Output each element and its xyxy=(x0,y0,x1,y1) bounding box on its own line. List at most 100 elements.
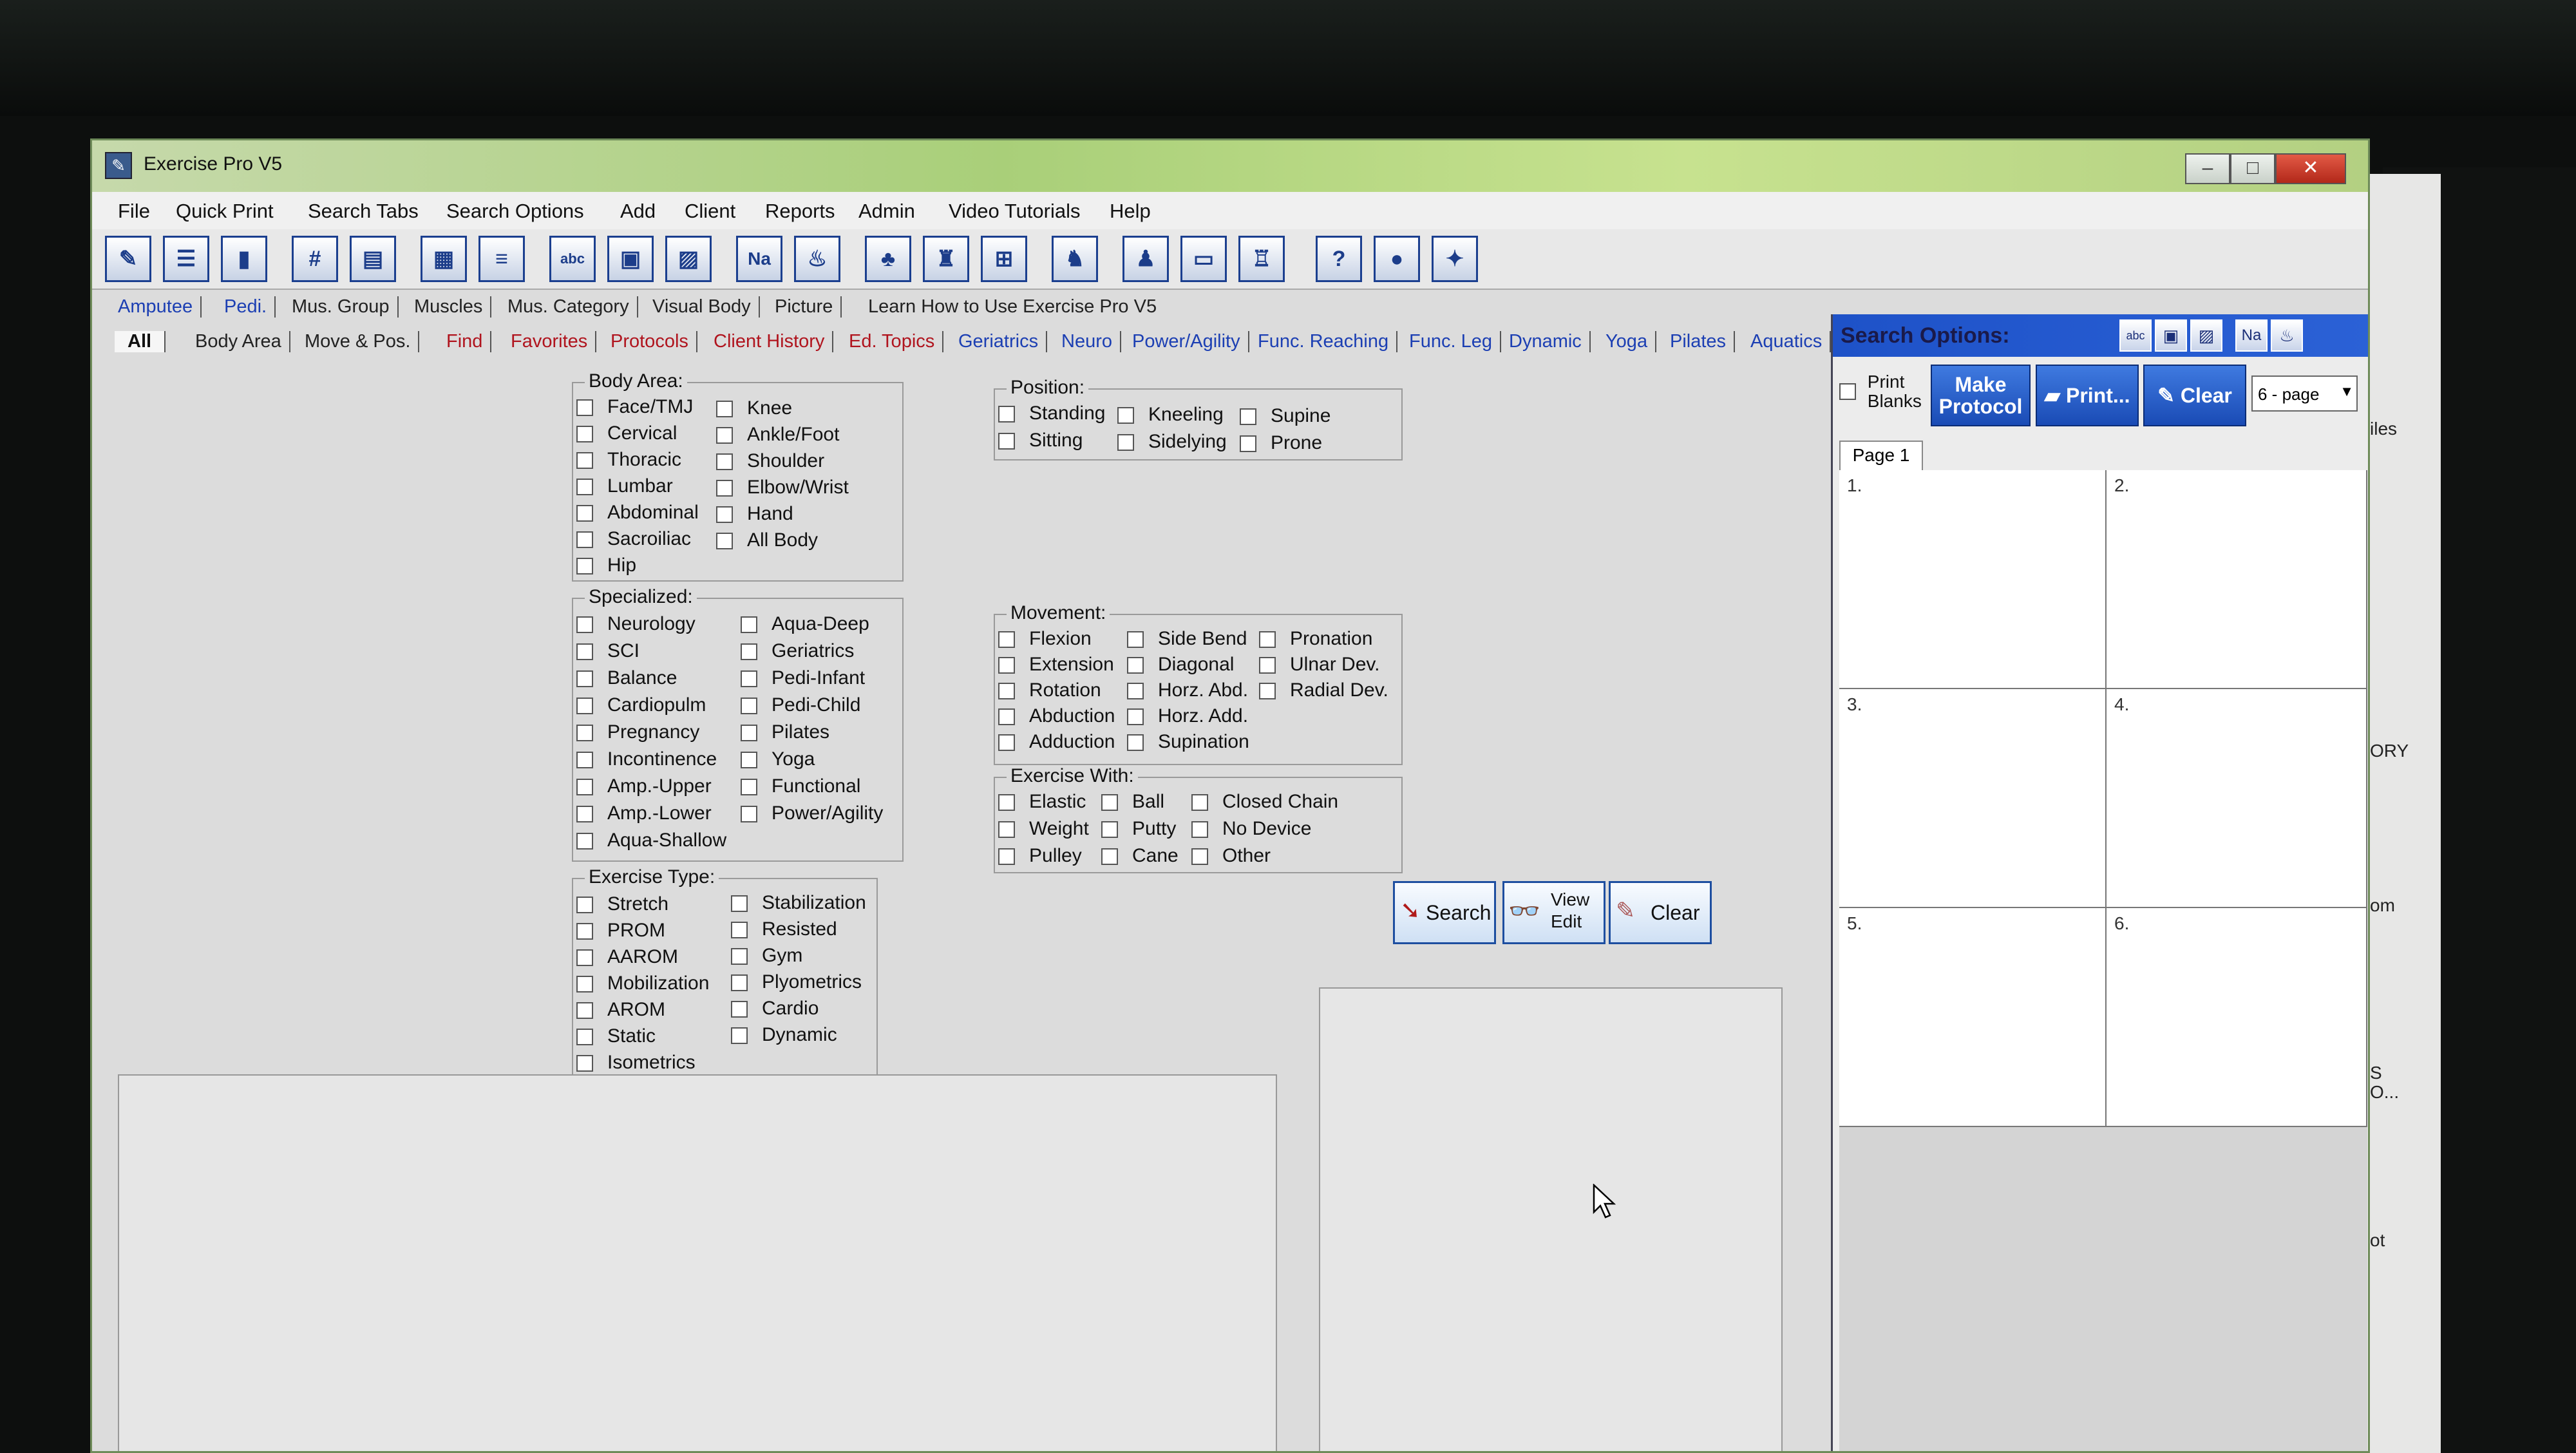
checkbox-cardiopulm[interactable]: Cardiopulm xyxy=(576,694,706,716)
checkbox-cane[interactable]: Cane xyxy=(1101,845,1179,867)
checkbox-abduction[interactable]: Abduction xyxy=(998,705,1115,727)
checkbox-sitting[interactable]: Sitting xyxy=(998,430,1083,451)
tab-all[interactable]: All xyxy=(115,331,166,352)
na-button[interactable]: Na xyxy=(736,236,782,282)
checkbox-power-agility[interactable]: Power/Agility xyxy=(741,802,883,824)
checkbox-supine[interactable]: Supine xyxy=(1240,405,1331,427)
rows-icon[interactable]: ≡ xyxy=(478,236,525,282)
checkbox-knee[interactable]: Knee xyxy=(716,397,792,419)
results-list-panel[interactable] xyxy=(118,1074,1277,1451)
tab-dynamic[interactable]: Dynamic xyxy=(1509,331,1591,352)
tab-muscles[interactable]: Muscles xyxy=(414,296,492,318)
image-text-icon[interactable]: ▣ xyxy=(2155,319,2187,352)
checkbox-pedi-child[interactable]: Pedi-Child xyxy=(741,694,860,716)
checkbox-lumbar[interactable]: Lumbar xyxy=(576,475,673,497)
checkbox-stretch[interactable]: Stretch xyxy=(576,893,668,915)
checkbox-gym[interactable]: Gym xyxy=(731,945,802,967)
checkbox-pulley[interactable]: Pulley xyxy=(998,845,1082,867)
tab-find[interactable]: Find xyxy=(446,331,492,352)
checkbox-dynamic[interactable]: Dynamic xyxy=(731,1024,837,1046)
print-button[interactable]: ▰ Print... xyxy=(2036,365,2139,426)
checkbox-rotation[interactable]: Rotation xyxy=(998,679,1101,701)
tab-client-history[interactable]: Client History xyxy=(714,331,834,352)
checkbox-aarom[interactable]: AAROM xyxy=(576,946,678,968)
checkbox-sidelying[interactable]: Sidelying xyxy=(1117,431,1227,453)
checkbox-arom[interactable]: AROM xyxy=(576,999,665,1021)
checkbox-aqua-deep[interactable]: Aqua-Deep xyxy=(741,613,869,635)
menu-file[interactable]: File xyxy=(118,200,150,223)
weightlifter-icon[interactable]: ♜ xyxy=(923,236,969,282)
hierarchy-icon[interactable]: ♣ xyxy=(865,236,911,282)
checkbox-pronation[interactable]: Pronation xyxy=(1259,628,1372,650)
checkbox-amp-upper[interactable]: Amp.-Upper xyxy=(576,775,712,797)
checkbox-side-bend[interactable]: Side Bend xyxy=(1127,628,1247,650)
tab-geriatrics[interactable]: Geriatrics xyxy=(958,331,1048,352)
checkbox-functional[interactable]: Functional xyxy=(741,775,860,797)
checkbox-abdominal[interactable]: Abdominal xyxy=(576,502,699,524)
athlete-icon[interactable]: ♟ xyxy=(1122,236,1169,282)
checkbox-stabilization[interactable]: Stabilization xyxy=(731,892,866,914)
tab-visual-body[interactable]: Visual Body xyxy=(652,296,760,318)
checkbox-weight[interactable]: Weight xyxy=(998,818,1089,840)
gym-icon[interactable]: ♖ xyxy=(1238,236,1285,282)
checkbox-incontinence[interactable]: Incontinence xyxy=(576,748,717,770)
help-button[interactable]: ? xyxy=(1316,236,1362,282)
protocol-cell[interactable]: 4. xyxy=(2107,689,2367,908)
tab-func-leg[interactable]: Func. Leg xyxy=(1409,331,1501,352)
tab-pilates[interactable]: Pilates xyxy=(1670,331,1736,352)
tab-move-pos[interactable]: Move & Pos. xyxy=(305,331,420,352)
checkbox-isometrics[interactable]: Isometrics xyxy=(576,1052,696,1074)
tab-power-agility[interactable]: Power/Agility xyxy=(1132,331,1249,352)
manual-icon[interactable]: ✦ xyxy=(1432,236,1478,282)
tab-picture[interactable]: Picture xyxy=(775,296,842,318)
protocol-cell[interactable]: 6. xyxy=(2107,908,2367,1127)
checkbox-kneeling[interactable]: Kneeling xyxy=(1117,404,1224,426)
checkbox-horz-abd[interactable]: Horz. Abd. xyxy=(1127,679,1248,701)
checkbox-pilates[interactable]: Pilates xyxy=(741,721,829,743)
menu-quick-print[interactable]: Quick Print xyxy=(176,200,274,223)
book-open-icon[interactable]: ▭ xyxy=(1180,236,1227,282)
checkbox-horz-add[interactable]: Horz. Add. xyxy=(1127,705,1248,727)
tab-protocols[interactable]: Protocols xyxy=(611,331,697,352)
protocol-cell[interactable]: 5. xyxy=(1839,908,2107,1127)
checkbox-face-tmj[interactable]: Face/TMJ xyxy=(576,396,693,418)
picture-icon[interactable]: ▨ xyxy=(2190,319,2222,352)
view-edit-button[interactable]: 👓 View Edit xyxy=(1502,881,1605,944)
checkbox-ball[interactable]: Ball xyxy=(1101,791,1164,813)
clear-button[interactable]: ✎ Clear xyxy=(1609,881,1712,944)
checkbox-geriatrics[interactable]: Geriatrics xyxy=(741,640,854,662)
checkbox-prone[interactable]: Prone xyxy=(1240,432,1322,454)
make-protocol-button[interactable]: Make Protocol xyxy=(1931,365,2031,426)
checkbox-supination[interactable]: Supination xyxy=(1127,731,1249,753)
pencil-icon[interactable]: ✎ xyxy=(105,236,151,282)
menu-add[interactable]: Add xyxy=(620,200,656,223)
add-exercise-icon[interactable]: ⊞ xyxy=(981,236,1027,282)
checkbox-cervical[interactable]: Cervical xyxy=(576,423,677,444)
checkbox-neurology[interactable]: Neurology xyxy=(576,613,696,635)
tab-page-1[interactable]: Page 1 xyxy=(1839,441,1923,470)
tab-ed-topics[interactable]: Ed. Topics xyxy=(849,331,944,352)
protocol-cell[interactable]: 2. xyxy=(2107,470,2367,689)
checkbox-sci[interactable]: SCI xyxy=(576,640,639,662)
clear-protocol-button[interactable]: ✎ Clear xyxy=(2143,365,2246,426)
tab-amputee[interactable]: Amputee xyxy=(118,296,202,318)
checkbox-ankle-foot[interactable]: Ankle/Foot xyxy=(716,424,839,446)
checkbox-pedi-infant[interactable]: Pedi-Infant xyxy=(741,667,865,689)
checkbox-resisted[interactable]: Resisted xyxy=(731,918,837,940)
checkbox-extension[interactable]: Extension xyxy=(998,654,1114,676)
tab-yoga[interactable]: Yoga xyxy=(1605,331,1657,352)
checkbox-putty[interactable]: Putty xyxy=(1101,818,1176,840)
checkbox-other[interactable]: Other xyxy=(1191,845,1271,867)
tab-favorites[interactable]: Favorites xyxy=(511,331,597,352)
checkbox-aqua-shallow[interactable]: Aqua-Shallow xyxy=(576,830,726,851)
checkbox-diagonal[interactable]: Diagonal xyxy=(1127,654,1234,676)
na-icon[interactable]: Na xyxy=(2235,319,2268,352)
folder-icon[interactable]: ▤ xyxy=(350,236,396,282)
checkbox-adduction[interactable]: Adduction xyxy=(998,731,1115,753)
page-layout-select[interactable]: 6 - page ▼ xyxy=(2251,375,2358,412)
checkbox-closed-chain[interactable]: Closed Chain xyxy=(1191,791,1338,813)
bottle-icon[interactable]: ♨ xyxy=(2271,319,2303,352)
menu-help[interactable]: Help xyxy=(1110,200,1151,223)
menu-video-tutorials[interactable]: Video Tutorials xyxy=(949,200,1081,223)
checkbox-all-body[interactable]: All Body xyxy=(716,529,818,551)
